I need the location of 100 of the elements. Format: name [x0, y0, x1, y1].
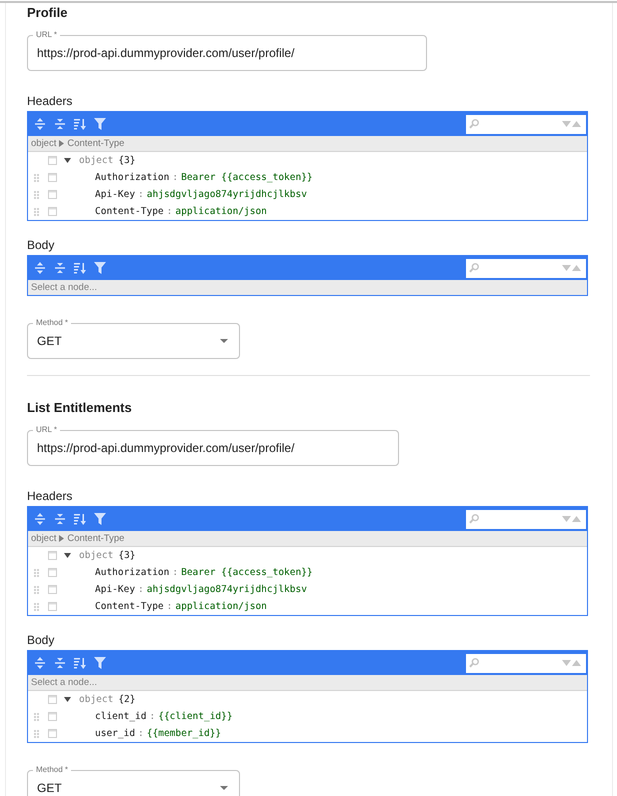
- field-value[interactable]: Bearer {{access_token}}: [181, 564, 313, 581]
- node-type: object: [79, 693, 114, 707]
- caret-down-icon[interactable]: [64, 697, 70, 702]
- search-field[interactable]: [466, 258, 586, 278]
- caret-down-icon[interactable]: [64, 158, 70, 163]
- collapse-all-icon[interactable]: [54, 262, 66, 274]
- field-name[interactable]: client_id: [95, 708, 146, 725]
- context-menu-icon[interactable]: [48, 551, 56, 560]
- field-name[interactable]: Authorization: [95, 169, 170, 186]
- section-title: Profile: [27, 5, 68, 21]
- search-field[interactable]: [466, 114, 586, 134]
- sort-icon[interactable]: [74, 657, 86, 669]
- drag-handle-icon[interactable]: [34, 568, 38, 576]
- sort-icon[interactable]: [74, 513, 86, 525]
- field-value[interactable]: {{member_id}}: [146, 725, 222, 742]
- collapse-all-icon[interactable]: [54, 513, 66, 525]
- field-label: URL *: [35, 425, 58, 435]
- drag-handle-icon[interactable]: [34, 730, 38, 738]
- method-select[interactable]: Method * GET: [27, 318, 240, 359]
- filter-icon[interactable]: [94, 657, 106, 669]
- drag-handle-icon[interactable]: [34, 208, 38, 216]
- collapse-all-icon[interactable]: [54, 118, 66, 130]
- filter-icon[interactable]: [94, 118, 106, 130]
- expand-all-icon[interactable]: [34, 118, 46, 130]
- search-field[interactable]: [466, 654, 586, 672]
- filter-icon[interactable]: [94, 262, 106, 274]
- caret-down-icon[interactable]: [64, 553, 70, 558]
- field-name[interactable]: Api-Key: [95, 186, 136, 203]
- field-name[interactable]: user_id: [95, 725, 136, 742]
- collapse-all-icon[interactable]: [54, 657, 66, 669]
- group-label: Body: [27, 237, 56, 253]
- breadcrumb-item[interactable]: object: [31, 138, 56, 150]
- search-icon: [469, 119, 479, 129]
- separator: :: [138, 188, 144, 202]
- separator: :: [172, 171, 178, 185]
- field-name[interactable]: Authorization: [95, 564, 170, 581]
- field-label: URL *: [35, 30, 58, 40]
- expand-all-icon[interactable]: [34, 657, 46, 669]
- caret-down-icon: [220, 339, 228, 343]
- triangle-down-icon[interactable]: [562, 121, 571, 127]
- drag-handle-icon[interactable]: [34, 602, 38, 610]
- arrow-right-icon: [59, 140, 64, 147]
- field-name[interactable]: Api-Key: [95, 581, 136, 598]
- group-label: Body: [27, 632, 56, 648]
- field-value[interactable]: ahjsdgvljago874yrijdhcjlkbsv: [146, 186, 307, 203]
- triangle-up-icon[interactable]: [572, 121, 581, 127]
- filter-icon[interactable]: [94, 513, 106, 525]
- context-menu-icon[interactable]: [48, 190, 56, 199]
- context-menu-icon[interactable]: [48, 695, 56, 704]
- caret-down-icon: [220, 786, 228, 790]
- search-field[interactable]: [466, 510, 586, 528]
- context-menu-icon[interactable]: [48, 207, 56, 216]
- url-field[interactable]: URL * https://prod-api.dummyprovider.com/user/profile/: [27, 30, 427, 71]
- group-label: Headers: [27, 488, 74, 504]
- field-value[interactable]: Bearer {{access_token}}: [181, 169, 313, 186]
- triangle-down-icon[interactable]: [562, 516, 571, 522]
- node-type: object: [79, 154, 114, 168]
- field-name[interactable]: Content-Type: [95, 203, 164, 220]
- separator: :: [166, 205, 172, 219]
- navigation-hint: Select a node...: [31, 676, 98, 688]
- field-name[interactable]: Content-Type: [95, 598, 164, 615]
- field-value[interactable]: application/json: [175, 598, 267, 615]
- context-menu-icon[interactable]: [48, 712, 56, 721]
- expand-all-icon[interactable]: [34, 262, 46, 274]
- separator: :: [138, 583, 144, 597]
- context-menu-icon[interactable]: [48, 173, 56, 182]
- search-icon: [469, 514, 479, 524]
- context-menu-icon[interactable]: [48, 585, 56, 594]
- separator: :: [149, 710, 156, 724]
- drag-handle-icon[interactable]: [34, 190, 38, 198]
- node-type: object: [79, 549, 114, 563]
- section-title: List Entitlements: [27, 400, 133, 416]
- sort-icon[interactable]: [74, 262, 86, 274]
- triangle-down-icon[interactable]: [562, 265, 571, 271]
- drag-handle-icon[interactable]: [34, 586, 38, 594]
- field-value[interactable]: ahjsdgvljago874yrijdhcjlkbsv: [146, 581, 307, 598]
- node-count: {3}: [118, 154, 136, 168]
- triangle-up-icon[interactable]: [572, 516, 581, 522]
- drag-handle-icon[interactable]: [34, 712, 38, 720]
- search-icon: [469, 658, 479, 668]
- node-count: {2}: [118, 693, 136, 707]
- triangle-up-icon[interactable]: [572, 265, 581, 271]
- context-menu-icon[interactable]: [48, 568, 56, 577]
- context-menu-icon[interactable]: [48, 602, 56, 611]
- method-select[interactable]: Method * GET: [27, 765, 240, 796]
- triangle-down-icon[interactable]: [562, 660, 571, 666]
- drag-handle-icon[interactable]: [34, 174, 38, 182]
- field-label: Method *: [35, 318, 70, 328]
- breadcrumb-item[interactable]: Content-Type: [67, 532, 124, 544]
- context-menu-icon[interactable]: [48, 729, 56, 738]
- breadcrumb-item[interactable]: object: [31, 532, 56, 544]
- triangle-up-icon[interactable]: [572, 660, 581, 666]
- breadcrumb-item[interactable]: Content-Type: [67, 138, 124, 150]
- separator: :: [138, 727, 144, 741]
- url-field[interactable]: URL * https://prod-api.dummyprovider.com/user/profile/: [27, 425, 399, 466]
- field-value[interactable]: application/json: [175, 203, 267, 220]
- field-value[interactable]: {{client_id}}: [158, 708, 233, 725]
- context-menu-icon[interactable]: [48, 156, 56, 165]
- sort-icon[interactable]: [74, 118, 86, 130]
- expand-all-icon[interactable]: [34, 513, 46, 525]
